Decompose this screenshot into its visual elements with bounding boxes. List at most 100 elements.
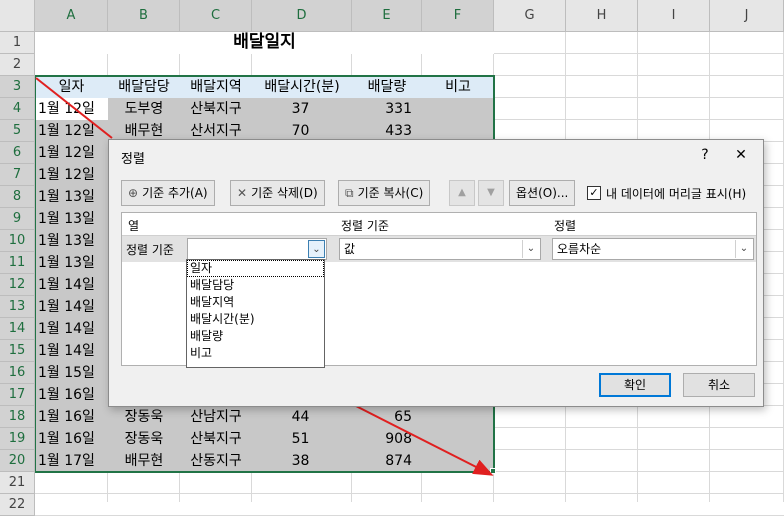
data-cell[interactable]: 1월 16일 (35, 385, 108, 406)
move-down-button[interactable]: ▼ (478, 180, 504, 206)
add-level-button[interactable]: ⊕ 기준 추가(A) (121, 180, 215, 206)
data-cell[interactable]: 도부영 (108, 99, 180, 120)
data-cell[interactable]: 331 (352, 99, 422, 120)
data-cell[interactable]: 51 (252, 429, 352, 450)
row-header-5[interactable]: 5 (0, 120, 35, 142)
column-header-e[interactable]: E (352, 0, 422, 32)
data-cell[interactable]: 1월 14일 (35, 341, 108, 362)
data-cell[interactable] (422, 451, 494, 472)
data-cell[interactable]: 1월 13일 (35, 209, 108, 230)
row-header-15[interactable]: 15 (0, 340, 35, 362)
dropdown-option[interactable]: 배달량 (187, 328, 324, 345)
column-select[interactable]: ⌄ (187, 238, 327, 260)
chevron-down-icon[interactable]: ⌄ (735, 240, 752, 258)
data-cell[interactable] (422, 429, 494, 450)
options-button[interactable]: 옵션(O)... (509, 180, 576, 206)
data-cell[interactable]: 44 (252, 407, 352, 428)
help-button[interactable]: ? (691, 144, 719, 166)
data-cell[interactable]: 1월 13일 (35, 231, 108, 252)
fill-handle[interactable] (490, 468, 496, 474)
row-header-16[interactable]: 16 (0, 362, 35, 384)
cancel-button[interactable]: 취소 (683, 373, 755, 397)
dropdown-option[interactable]: 배달담당 (187, 277, 324, 294)
row-header-7[interactable]: 7 (0, 164, 35, 186)
column-header-g[interactable]: G (494, 0, 566, 32)
order-select[interactable]: 오름차순 ⌄ (552, 238, 754, 260)
column-title[interactable]: 일자 (35, 77, 108, 98)
column-header-c[interactable]: C (180, 0, 252, 32)
data-cell[interactable]: 1월 14일 (35, 319, 108, 340)
data-cell[interactable]: 38 (252, 451, 352, 472)
select-all-button[interactable] (0, 0, 35, 32)
column-header-a[interactable]: A (35, 0, 108, 32)
data-cell[interactable]: 산동지구 (180, 451, 252, 472)
column-title[interactable]: 배달량 (352, 77, 422, 98)
data-cell[interactable]: 1월 13일 (35, 253, 108, 274)
data-cell[interactable]: 1월 12일 (35, 99, 108, 120)
row-header-14[interactable]: 14 (0, 318, 35, 340)
sheet-title[interactable]: 배달일지 (35, 32, 494, 54)
data-cell[interactable]: 1월 13일 (35, 187, 108, 208)
column-header-f[interactable]: F (422, 0, 494, 32)
dropdown-option[interactable]: 배달시간(분) (187, 311, 324, 328)
data-cell[interactable]: 1월 12일 (35, 121, 108, 142)
close-button[interactable]: ✕ (727, 144, 755, 166)
row-header-3[interactable]: 3 (0, 76, 35, 98)
data-cell[interactable] (422, 407, 494, 428)
data-cell[interactable]: 65 (352, 407, 422, 428)
row-header-1[interactable]: 1 (0, 32, 35, 54)
row-header-6[interactable]: 6 (0, 142, 35, 164)
move-up-button[interactable]: ▲ (449, 180, 475, 206)
row-header-8[interactable]: 8 (0, 186, 35, 208)
row-header-19[interactable]: 19 (0, 428, 35, 450)
data-cell[interactable]: 1월 14일 (35, 275, 108, 296)
header-checkbox[interactable]: ✓ (587, 186, 601, 200)
row-header-17[interactable]: 17 (0, 384, 35, 406)
column-header-b[interactable]: B (108, 0, 180, 32)
row-header-9[interactable]: 9 (0, 208, 35, 230)
data-cell[interactable]: 1월 15일 (35, 363, 108, 384)
column-title[interactable]: 배달지역 (180, 77, 252, 98)
ok-button[interactable]: 확인 (599, 373, 671, 397)
data-cell[interactable]: 908 (352, 429, 422, 450)
data-cell[interactable] (422, 99, 494, 120)
column-title[interactable]: 비고 (422, 77, 494, 98)
row-header-20[interactable]: 20 (0, 450, 35, 472)
copy-level-button[interactable]: ⧉ 기준 복사(C) (338, 180, 431, 206)
row-header-12[interactable]: 12 (0, 274, 35, 296)
data-cell[interactable]: 1월 12일 (35, 143, 108, 164)
row-header-22[interactable]: 22 (0, 494, 35, 516)
row-header-18[interactable]: 18 (0, 406, 35, 428)
sort-on-select[interactable]: 값 ⌄ (339, 238, 541, 260)
row-header-21[interactable]: 21 (0, 472, 35, 494)
column-header-j[interactable]: J (710, 0, 784, 32)
data-cell[interactable]: 산북지구 (180, 99, 252, 120)
column-header-d[interactable]: D (252, 0, 352, 32)
data-cell[interactable]: 장동욱 (108, 429, 180, 450)
row-header-10[interactable]: 10 (0, 230, 35, 252)
column-header-h[interactable]: H (566, 0, 638, 32)
delete-level-button[interactable]: ✕ 기준 삭제(D) (230, 180, 325, 206)
data-cell[interactable]: 1월 14일 (35, 297, 108, 318)
data-cell[interactable]: 산남지구 (180, 407, 252, 428)
row-header-11[interactable]: 11 (0, 252, 35, 274)
dropdown-option[interactable]: 배달지역 (187, 294, 324, 311)
data-cell[interactable]: 배무현 (108, 451, 180, 472)
data-cell[interactable]: 1월 12일 (35, 165, 108, 186)
row-header-2[interactable]: 2 (0, 54, 35, 76)
data-cell[interactable]: 37 (252, 99, 352, 120)
data-cell[interactable]: 874 (352, 451, 422, 472)
row-header-4[interactable]: 4 (0, 98, 35, 120)
column-header-i[interactable]: I (638, 0, 710, 32)
data-cell[interactable]: 1월 16일 (35, 407, 108, 428)
column-title[interactable]: 배달담당 (108, 77, 180, 98)
column-title[interactable]: 배달시간(분) (252, 77, 352, 98)
dropdown-option[interactable]: 비고 (187, 345, 324, 362)
dropdown-option[interactable]: 일자 (187, 260, 324, 277)
data-cell[interactable]: 1월 16일 (35, 429, 108, 450)
data-cell[interactable]: 산북지구 (180, 429, 252, 450)
chevron-down-icon[interactable]: ⌄ (308, 240, 325, 258)
row-header-13[interactable]: 13 (0, 296, 35, 318)
chevron-down-icon[interactable]: ⌄ (522, 240, 539, 258)
data-cell[interactable]: 장동욱 (108, 407, 180, 428)
